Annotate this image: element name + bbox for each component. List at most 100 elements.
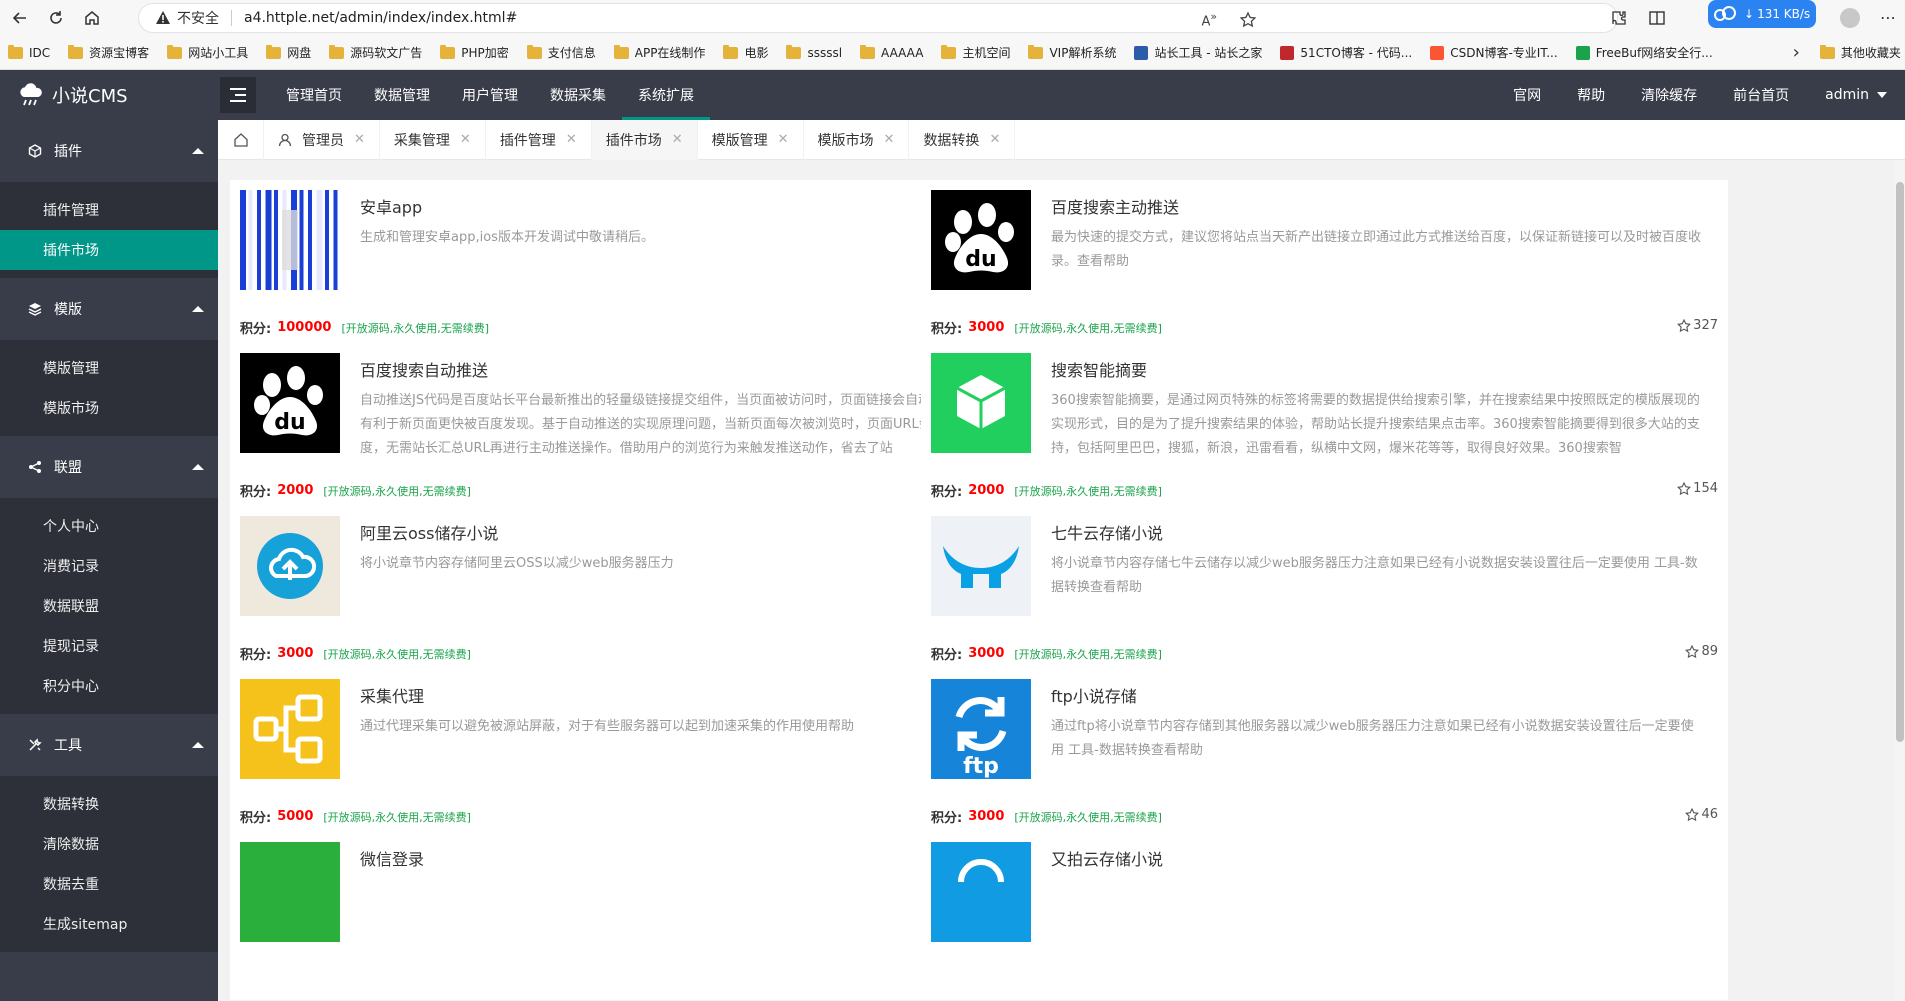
tab-home[interactable] [218,119,264,160]
plugin-title[interactable]: 搜索智能摘要 [1051,357,1147,381]
plugin-title[interactable]: 阿里云oss储存小说 [360,520,498,544]
tab-item[interactable]: 管理员 ✕ [264,119,380,160]
tab-item[interactable]: 采集管理 ✕ [380,119,486,160]
plugin-card[interactable]: du 百度搜索主动推送 最为快速的提交方式，建议您将站点当天新产出链接立即通过此方式… [921,180,1728,348]
topright-item[interactable]: 前台首页 [1715,70,1807,120]
topnav-item[interactable]: 系统扩展 [622,70,710,120]
extensions-icon[interactable] [1610,9,1628,27]
plugin-card[interactable]: 七牛云存储小说 将小说章节内容存储七牛云储存以减少web服务器压力注意如果已经有小… [921,506,1728,674]
sidebar-group-header[interactable]: 工具 [0,714,218,776]
plugin-title[interactable]: 百度搜索主动推送 [1051,194,1179,218]
star-count[interactable]: 46 [1685,807,1718,822]
bookmark-item[interactable]: 电影 [715,44,778,61]
scrollbar-thumb[interactable] [1896,182,1904,742]
plugin-title[interactable]: 微信登录 [360,846,424,870]
plugin-card[interactable]: du 百度搜索自动推送 自动推送JS代码是百度站长平台最新推出的轻量级链接提交组件，… [230,343,1037,511]
bookmark-item[interactable]: 51CTO博客 - 代码... [1272,44,1422,61]
tab-item[interactable]: 数据转换 ✕ [909,119,1016,160]
plugin-card[interactable]: 微信登录 [230,832,1037,1000]
sidebar-item[interactable]: 消费记录 [0,546,218,586]
sidebar-item[interactable]: 生成sitemap [0,904,218,944]
security-warning[interactable]: 不安全 [155,8,219,28]
close-icon[interactable]: ✕ [989,132,1000,147]
admin-user-menu[interactable]: admin [1807,70,1905,120]
app-logo[interactable]: 小说CMS [0,70,218,120]
sidebar-item[interactable]: 积分中心 [0,666,218,706]
topnav-item[interactable]: 数据采集 [534,70,622,120]
topnav-item[interactable]: 用户管理 [446,70,534,120]
sidebar-group-header[interactable]: 插件 [0,120,218,182]
bookmark-item[interactable]: AAAAA [852,44,933,60]
topnav-item[interactable]: 数据管理 [358,70,446,120]
sidebar-item[interactable]: 数据联盟 [0,586,218,626]
tab-item[interactable]: 插件市场 ✕ [591,119,698,160]
topright-item[interactable]: 清除缓存 [1623,70,1715,120]
close-icon[interactable]: ✕ [354,132,365,147]
bookmark-item[interactable]: FreeBuf网络安全行... [1568,44,1723,61]
topright-item[interactable]: 官网 [1495,70,1559,120]
sidebar-item[interactable]: 数据去重 [0,864,218,904]
address-bar[interactable]: 不安全 a4.httple.net/admin/index/index.html… [138,3,1618,33]
bookmark-item[interactable]: 支付信息 [519,44,606,61]
menu-toggle-button[interactable] [220,77,256,113]
bookmark-item[interactable]: 网盘 [258,44,321,61]
star-count[interactable]: 327 [1677,318,1718,333]
bookmark-item[interactable]: 资源宝博客 [60,44,159,61]
sidebar-item[interactable]: 数据转换 [0,784,218,824]
topnav-item[interactable]: 管理首页 [270,70,358,120]
back-icon[interactable] [4,2,36,34]
more-menu-icon[interactable]: ⋯ [1880,8,1896,27]
close-icon[interactable]: ✕ [672,132,683,147]
sidebar-item[interactable]: 插件管理 [0,190,218,230]
star-count[interactable]: 89 [1685,644,1718,659]
home-icon[interactable] [76,2,108,34]
sidebar-item[interactable]: 模版市场 [0,388,218,428]
plugin-card[interactable]: 搜索智能摘要 360搜索智能摘要，是通过网页特殊的标签将需要的数据提供给搜索引擎，… [921,343,1728,511]
read-aloud-icon[interactable]: A» [1201,10,1217,29]
bookmark-item[interactable]: VIP解析系统 [1020,44,1126,61]
bookmark-item[interactable]: PHP加密 [432,44,519,61]
star-count[interactable]: 154 [1677,481,1718,496]
favorite-star-icon[interactable] [1239,11,1257,29]
sidebar-item[interactable]: 模版管理 [0,348,218,388]
plugin-card[interactable]: 安卓app 生成和管理安卓app,ios版本开发调试中敬请稍后。 积分: 100000… [230,180,1037,348]
plugin-title[interactable]: 安卓app [360,194,422,218]
sidebar-item[interactable]: 清除数据 [0,824,218,864]
plugin-card[interactable]: 又拍云存储小说 [921,832,1728,1000]
bookmark-item[interactable]: 站长工具 - 站长之家 [1126,44,1272,61]
plugin-card[interactable]: ftp ftp小说存储 通过ftp将小说章节内容存储到其他服务器以减少web服务器压… [921,669,1728,837]
bookmarks-overflow-icon[interactable]: › [1723,42,1812,63]
bookmark-item[interactable]: CSDN博客-专业IT... [1422,44,1567,61]
sidebar-group-header[interactable]: 模版 [0,278,218,340]
sidebar-item[interactable]: 提现记录 [0,626,218,666]
refresh-icon[interactable] [40,2,72,34]
plugin-title[interactable]: ftp小说存储 [1051,683,1137,707]
close-icon[interactable]: ✕ [566,132,577,147]
tab-item[interactable]: 模版管理 ✕ [698,119,804,160]
plugin-title[interactable]: 又拍云存储小说 [1051,846,1163,870]
plugin-card[interactable]: 阿里云oss储存小说 将小说章节内容存储阿里云OSS以减少web服务器压力 积分: 3… [230,506,1037,674]
sidebar-item[interactable]: 个人中心 [0,506,218,546]
bookmark-item[interactable]: 其他收藏夹 [1812,44,1905,61]
bookmark-item[interactable]: sssssl [778,44,852,60]
plugin-title[interactable]: 七牛云存储小说 [1051,520,1163,544]
close-icon[interactable]: ✕ [460,132,471,147]
tab-item[interactable]: 模版市场 ✕ [804,119,910,160]
bookmark-item[interactable]: 主机空间 [933,44,1020,61]
topright-item[interactable]: 帮助 [1559,70,1623,120]
close-icon[interactable]: ✕ [778,132,789,147]
plugin-title[interactable]: 采集代理 [360,683,424,707]
bookmark-item[interactable]: IDC [0,44,60,60]
url-text[interactable]: a4.httple.net/admin/index/index.html# [244,10,517,26]
plugin-card[interactable]: 采集代理 通过代理采集可以避免被源站屏蔽，对于有些服务器可以起到加速采集的作用使用… [230,669,1037,837]
plugin-title[interactable]: 百度搜索自动推送 [360,357,488,381]
tab-item[interactable]: 插件管理 ✕ [486,119,592,160]
profile-avatar[interactable] [1840,8,1860,28]
download-speed-widget[interactable]: ↓ 131 KB/s [1708,0,1816,28]
bookmark-item[interactable]: APP在线制作 [606,44,716,61]
close-icon[interactable]: ✕ [884,132,895,147]
bookmark-item[interactable]: 源码软文广告 [321,44,432,61]
sidebar-group-header[interactable]: 联盟 [0,436,218,498]
split-screen-icon[interactable] [1648,9,1666,27]
sidebar-item[interactable]: 插件市场 [0,230,218,270]
